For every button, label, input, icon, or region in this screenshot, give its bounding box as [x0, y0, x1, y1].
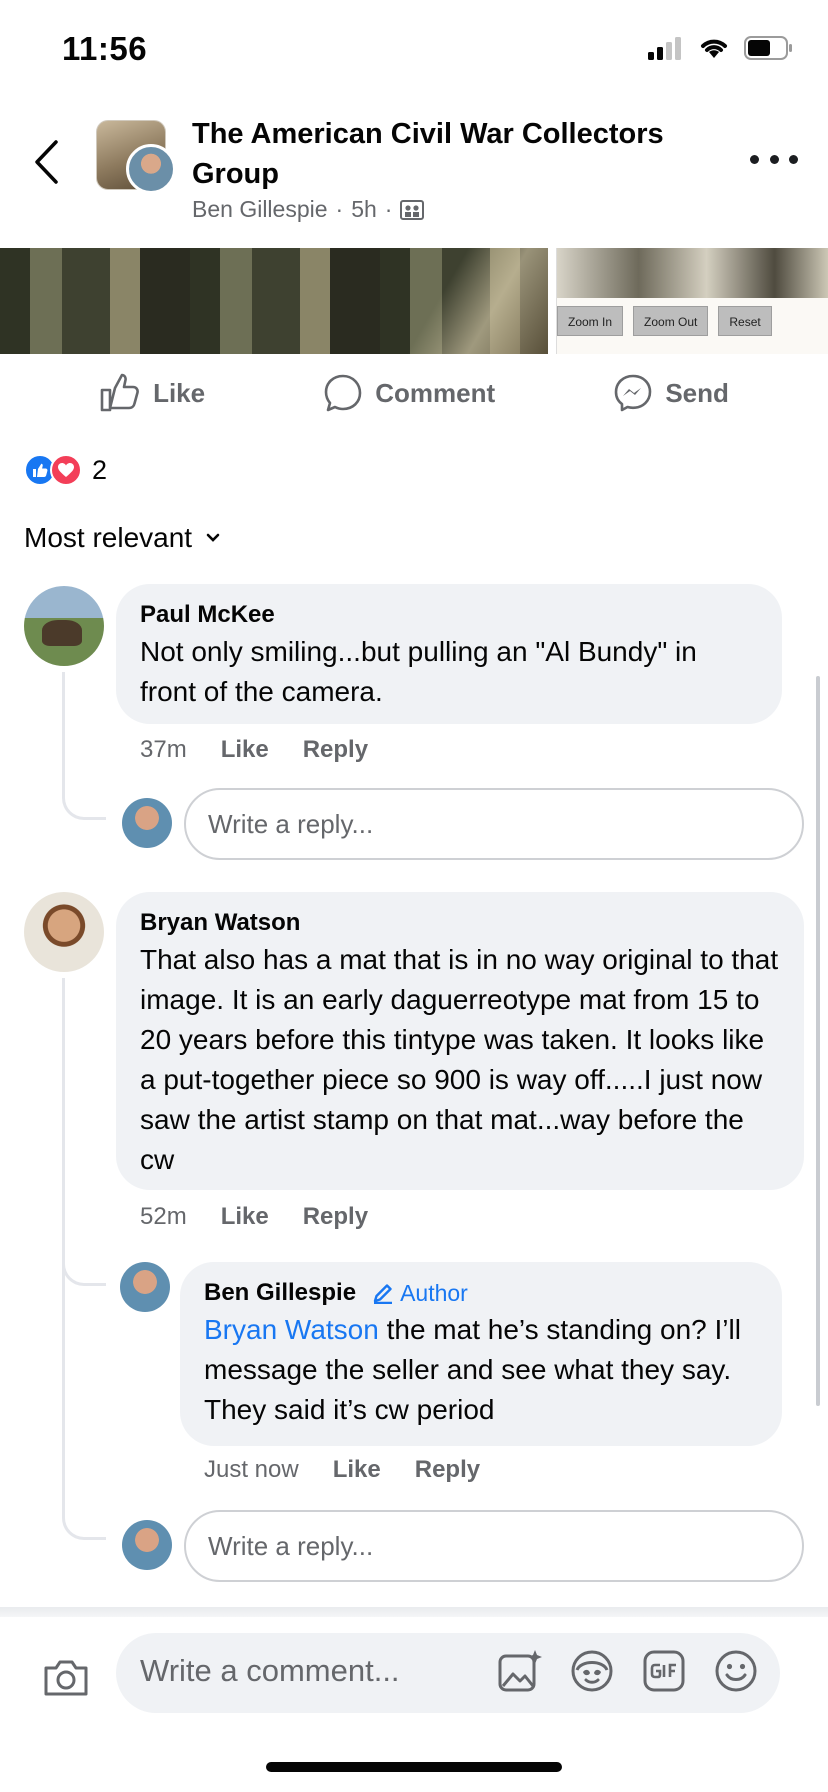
- comment-button[interactable]: Comment: [323, 373, 495, 413]
- status-icons: [648, 36, 794, 60]
- comment-reply-button[interactable]: Reply: [303, 736, 368, 764]
- avatar[interactable]: [120, 1262, 170, 1312]
- comment-author[interactable]: Bryan Watson: [140, 906, 780, 940]
- avatar-sticker-button[interactable]: [568, 1645, 616, 1697]
- image-sparkle-icon: [498, 1650, 542, 1692]
- zoom-controls: Zoom In Zoom Out Reset: [557, 306, 772, 336]
- more-dot: [769, 154, 779, 164]
- photo-sparkle-button[interactable]: [496, 1645, 544, 1697]
- comment-input[interactable]: Write a comment...: [116, 1633, 780, 1713]
- post-photo-secondary[interactable]: Zoom In Zoom Out Reset: [556, 248, 828, 354]
- reply-author[interactable]: Ben Gillespie: [204, 1276, 356, 1310]
- home-indicator[interactable]: [266, 1762, 562, 1772]
- more-dot: [789, 154, 798, 164]
- group-avatar[interactable]: [96, 120, 178, 194]
- reaction-count: 2: [92, 454, 108, 485]
- thread-line: [62, 672, 106, 820]
- post-photo[interactable]: [0, 248, 548, 354]
- gif-button[interactable]: [640, 1645, 688, 1697]
- comment-label: Comment: [375, 377, 496, 408]
- back-button[interactable]: [26, 130, 66, 194]
- more-dot: [750, 154, 759, 164]
- pencil-icon: [373, 1284, 393, 1304]
- comment-meta: 37m Like Reply: [140, 736, 368, 764]
- mention-link[interactable]: Bryan Watson: [204, 1314, 379, 1345]
- group-title[interactable]: The American Civil War Collectors Group: [192, 114, 712, 194]
- reply-text: Bryan Watson the mat he’s standing on? I…: [204, 1310, 758, 1430]
- author-name[interactable]: Ben Gillespie: [192, 196, 328, 223]
- reaction-summary[interactable]: 2: [24, 454, 107, 486]
- comment-input-placeholder: Write a comment...: [140, 1653, 400, 1688]
- reply-input[interactable]: Write a reply...: [184, 1510, 804, 1582]
- wifi-icon: [701, 39, 727, 58]
- reply-like-button[interactable]: Like: [333, 1456, 381, 1484]
- meta-separator: ·: [335, 196, 344, 222]
- more-options-button[interactable]: [750, 144, 798, 174]
- status-bar: 11:56: [0, 0, 828, 100]
- comment-time[interactable]: 52m: [140, 1203, 187, 1231]
- avatar: [122, 798, 172, 848]
- composer-tools: [496, 1645, 760, 1697]
- battery-icon: [744, 36, 792, 60]
- comment-bubble[interactable]: Bryan Watson That also has a mat that is…: [116, 892, 804, 1190]
- chevron-down-icon: [206, 533, 220, 542]
- comment-like-button[interactable]: Like: [221, 736, 269, 764]
- thumbs-up-icon: [33, 463, 48, 477]
- reset-button[interactable]: Reset: [718, 306, 772, 336]
- photo-thumbnail: [557, 248, 828, 298]
- like-button[interactable]: Like: [99, 373, 205, 413]
- reply-author-row: Ben Gillespie Author: [204, 1276, 758, 1310]
- love-reaction-icon: [50, 454, 82, 486]
- comment-time[interactable]: 37m: [140, 736, 187, 764]
- status-time: 11:56: [62, 30, 148, 67]
- avatar-face-icon: [571, 1650, 613, 1692]
- thread-line: [62, 1276, 106, 1540]
- comment-text: That also has a mat that is in no way or…: [140, 944, 779, 1175]
- send-button[interactable]: Send: [613, 373, 729, 413]
- comment-sort-dropdown[interactable]: Most relevant: [24, 522, 220, 554]
- messenger-icon: [615, 374, 652, 412]
- author-badge-label: Author: [400, 1280, 468, 1306]
- sort-label: Most relevant: [24, 522, 193, 553]
- reply-input[interactable]: Write a reply...: [184, 788, 804, 860]
- scrollbar[interactable]: [816, 676, 820, 1406]
- camera-icon: [44, 1660, 88, 1696]
- smiley-icon: [715, 1650, 757, 1692]
- reply-reply-button[interactable]: Reply: [415, 1456, 480, 1484]
- avatar[interactable]: [24, 892, 104, 972]
- zoom-out-button[interactable]: Zoom Out: [633, 306, 709, 336]
- post-header: The American Civil War Collectors Group …: [0, 100, 828, 248]
- signal-icon: [648, 37, 681, 60]
- chevron-left-icon: [35, 140, 58, 184]
- reply-meta: Just now Like Reply: [204, 1456, 480, 1484]
- emoji-button[interactable]: [712, 1645, 760, 1697]
- send-label: Send: [665, 377, 729, 408]
- heart-icon: [58, 463, 74, 477]
- meta-separator: ·: [384, 196, 393, 222]
- reply-bubble[interactable]: Ben Gillespie Author Bryan Watson the ma…: [180, 1262, 782, 1446]
- post-photo-strip: Zoom In Zoom Out Reset: [0, 248, 828, 354]
- comment-meta: 52m Like Reply: [140, 1203, 368, 1231]
- group-audience-icon: [400, 199, 425, 220]
- comment-reply-button[interactable]: Reply: [303, 1203, 368, 1231]
- comment-bubble-icon: [324, 374, 362, 412]
- gif-icon: [643, 1650, 685, 1692]
- avatar: [122, 1520, 172, 1570]
- comment-like-button[interactable]: Like: [221, 1203, 269, 1231]
- divider: [0, 1607, 828, 1617]
- thumbs-up-icon: [100, 373, 139, 412]
- zoom-in-button[interactable]: Zoom In: [557, 306, 624, 336]
- post-meta: Ben Gillespie · 5h ·: [192, 196, 425, 223]
- reply-time[interactable]: Just now: [204, 1456, 299, 1484]
- post-age[interactable]: 5h: [351, 196, 377, 223]
- author-avatar: [126, 144, 176, 194]
- post-actions: Like Comment Send: [0, 354, 828, 432]
- like-label: Like: [153, 377, 206, 408]
- avatar[interactable]: [24, 586, 104, 666]
- comment-bubble[interactable]: Paul McKee Not only smiling...but pullin…: [116, 584, 782, 724]
- author-badge: Author: [372, 1276, 468, 1310]
- comment-text: Not only smiling...but pulling an "Al Bu…: [140, 636, 697, 707]
- camera-button[interactable]: [40, 1651, 92, 1703]
- comment-author[interactable]: Paul McKee: [140, 598, 758, 632]
